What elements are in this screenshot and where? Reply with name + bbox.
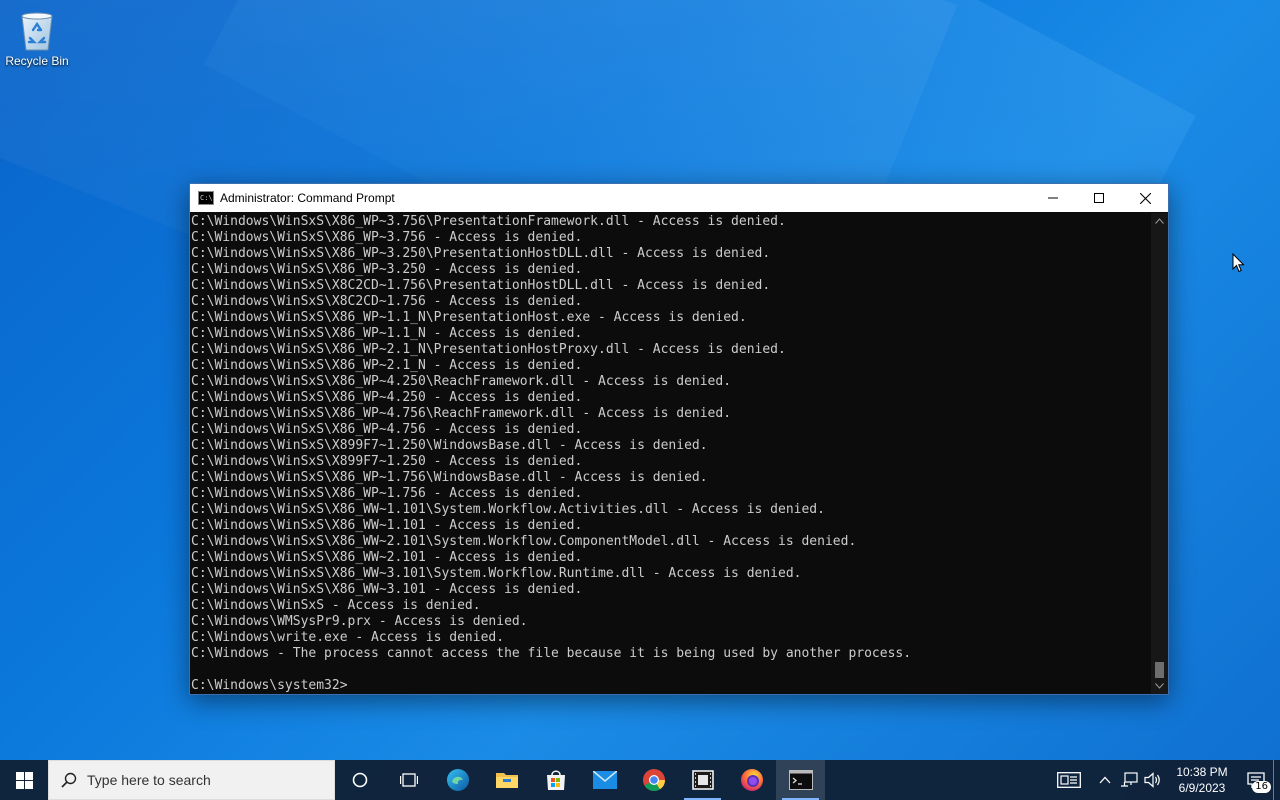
console-line: C:\Windows\WMSysPr9.prx - Access is deni…: [191, 614, 528, 629]
vertical-scrollbar[interactable]: [1151, 213, 1168, 694]
clock-date: 6/9/2023: [1178, 781, 1226, 795]
console-line: C:\Windows\WinSxS\X86_WW~2.101\System.Wo…: [191, 534, 857, 549]
maximize-icon: [1094, 193, 1104, 203]
scrollbar-thumb[interactable]: [1155, 662, 1164, 678]
console-output[interactable]: C:\Windows\WinSxS\X86_WP~3.756\Presentat…: [190, 213, 1150, 694]
console-line: C:\Windows - The process cannot access t…: [191, 646, 912, 661]
firefox-icon: [740, 769, 763, 791]
command-prompt-window[interactable]: C:\ Administrator: Command Prompt C:\Win…: [189, 183, 1169, 695]
console-line: C:\Windows\WinSxS\X86_WP~2.1_N - Access …: [191, 358, 583, 373]
task-view-button[interactable]: [384, 760, 433, 800]
taskbar-store[interactable]: [531, 760, 580, 800]
chevron-up-icon: [1099, 776, 1111, 784]
taskbar: Type here to search 10:38 PM 6/9/2023 16: [0, 760, 1280, 800]
notifications-button[interactable]: 16: [1239, 760, 1273, 800]
console-line: C:\Windows\WinSxS\X86_WP~4.756 - Access …: [191, 422, 583, 437]
network-icon: [1121, 772, 1138, 787]
console-line: C:\Windows\WinSxS\X86_WP~2.1_N\Presentat…: [191, 342, 786, 357]
window-controls: [1030, 184, 1168, 212]
notification-count-badge: 16: [1252, 781, 1271, 793]
search-icon: [61, 772, 77, 788]
cortana-circle-icon: [352, 772, 367, 788]
volume-button[interactable]: [1141, 760, 1165, 800]
console-line: C:\Windows\WinSxS\X86_WW~2.101 - Access …: [191, 550, 583, 565]
close-icon: [1139, 192, 1151, 204]
news-widget-button[interactable]: [1045, 760, 1093, 800]
start-button[interactable]: [0, 760, 48, 800]
network-button[interactable]: [1117, 760, 1141, 800]
console-line: C:\Windows\WinSxS\X86_WP~1.756\WindowsBa…: [191, 470, 708, 485]
console-line: C:\Windows\WinSxS\X86_WW~1.101 - Access …: [191, 518, 583, 533]
console-line: C:\Windows\write.exe - Access is denied.: [191, 630, 505, 645]
console-line: C:\Windows\WinSxS\X86_WP~3.756\Presentat…: [191, 214, 786, 229]
cmd-icon: [788, 770, 813, 790]
console-line: C:\Windows\WinSxS\X86_WP~1.1_N - Access …: [191, 326, 583, 341]
news-icon: [1057, 772, 1081, 788]
window-titlebar[interactable]: C:\ Administrator: Command Prompt: [190, 184, 1168, 212]
console-line: C:\Windows\WinSxS\X8C2CD~1.756 - Access …: [191, 294, 583, 309]
clock[interactable]: 10:38 PM 6/9/2023: [1169, 764, 1235, 796]
taskbar-edge[interactable]: [433, 760, 482, 800]
chrome-icon: [642, 769, 665, 791]
mouse-pointer-icon: [1232, 252, 1245, 278]
close-button[interactable]: [1122, 184, 1168, 212]
console-line: C:\Windows\WinSxS\X899F7~1.250 - Access …: [191, 454, 583, 469]
console-line: C:\Windows\WinSxS\X86_WP~3.250 - Access …: [191, 262, 583, 277]
taskbar-mail[interactable]: [580, 760, 629, 800]
windows-logo-icon: [15, 771, 33, 789]
console-line: C:\Windows\WinSxS\X86_WP~1.756 - Access …: [191, 486, 583, 501]
console-line: C:\Windows\WinSxS\X86_WP~3.250\Presentat…: [191, 246, 771, 261]
cortana-button[interactable]: [335, 760, 384, 800]
console-line: C:\Windows\WinSxS\X86_WP~1.1_N\Presentat…: [191, 310, 747, 325]
console-line: C:\Windows\WinSxS\X899F7~1.250\WindowsBa…: [191, 438, 708, 453]
clock-time: 10:38 PM: [1176, 765, 1228, 779]
taskbar-file-explorer[interactable]: [482, 760, 531, 800]
console-line: C:\Windows\WinSxS\X86_WP~3.756 - Access …: [191, 230, 583, 245]
film-icon: [691, 770, 714, 790]
console-line: C:\Windows\WinSxS\X86_WW~1.101\System.Wo…: [191, 502, 825, 517]
console-line: C:\Windows\system32>: [191, 678, 348, 693]
show-desktop-button[interactable]: [1273, 760, 1280, 800]
minimize-button[interactable]: [1030, 184, 1076, 212]
taskbar-search-box[interactable]: Type here to search: [48, 760, 335, 800]
recycle-bin-label: Recycle Bin: [5, 54, 69, 68]
taskbar-firefox[interactable]: [727, 760, 776, 800]
folder-icon: [495, 773, 518, 788]
scroll-up-arrow-icon[interactable]: [1151, 213, 1168, 229]
console-line: C:\Windows\WinSxS\X86_WP~4.250\ReachFram…: [191, 374, 732, 389]
system-tray: 10:38 PM 6/9/2023 16: [1045, 760, 1280, 800]
console-line: C:\Windows\WinSxS\X8C2CD~1.756\Presentat…: [191, 278, 771, 293]
edge-icon: [446, 769, 469, 791]
console-line: C:\Windows\WinSxS\X86_WW~3.101\System.Wo…: [191, 566, 802, 581]
store-icon: [546, 770, 565, 790]
console-line: C:\Windows\WinSxS\X86_WW~3.101 - Access …: [191, 582, 583, 597]
desktop-icon-recycle-bin[interactable]: Recycle Bin: [4, 6, 70, 76]
search-placeholder: Type here to search: [87, 772, 211, 788]
task-view-icon: [399, 773, 418, 787]
taskbar-media[interactable]: [678, 760, 727, 800]
console-line: C:\Windows\WinSxS\X86_WP~4.756\ReachFram…: [191, 406, 732, 421]
recycle-bin-icon: [16, 8, 58, 52]
cmd-app-icon: C:\: [198, 191, 214, 205]
console-line: C:\Windows\WinSxS\X86_WP~4.250 - Access …: [191, 390, 583, 405]
minimize-icon: [1048, 197, 1058, 199]
window-title: Administrator: Command Prompt: [220, 191, 395, 205]
scroll-down-arrow-icon[interactable]: [1151, 678, 1168, 694]
speaker-icon: [1144, 772, 1160, 788]
maximize-button[interactable]: [1076, 184, 1122, 212]
console-line: C:\Windows\WinSxS - Access is denied.: [191, 598, 481, 613]
mail-icon: [592, 771, 617, 789]
taskbar-chrome[interactable]: [629, 760, 678, 800]
taskbar-command-prompt[interactable]: [776, 760, 825, 800]
show-hidden-icons-button[interactable]: [1093, 760, 1117, 800]
